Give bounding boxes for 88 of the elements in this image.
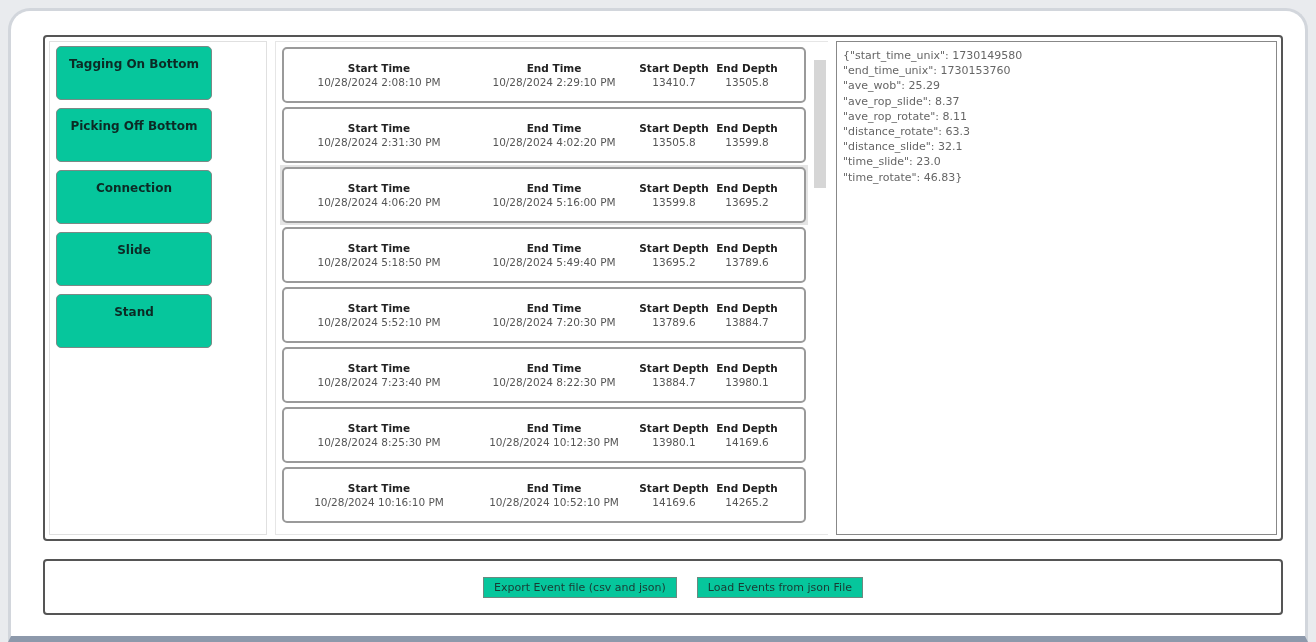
detail-line: "end_time_unix": 1730153760 — [843, 63, 1012, 79]
action-button[interactable]: Load Events from json File — [696, 576, 863, 598]
end-depth: 14169.6 — [725, 436, 769, 448]
detail-line: "ave_rop_slide": 8.37 — [843, 93, 961, 109]
start-depth: 13505.8 — [652, 136, 696, 148]
start-depth: 14169.6 — [652, 496, 696, 508]
end-depth: 13789.6 — [725, 256, 769, 268]
event-row[interactable]: Start Time End Time Start Depth End Depth 10/28/2024 5:52:10 PM 10/28/2024 7:20:30 PM 13789.6 13884.7 — [280, 285, 808, 345]
end-time: 10/28/2024 2:29:10 PM — [492, 76, 616, 88]
column-heading: Start Depth — [639, 302, 709, 314]
column-heading: End Depth — [716, 182, 778, 194]
end-time: 10/28/2024 10:52:10 PM — [489, 496, 619, 508]
event-row[interactable]: Start Time End Time Start Depth End Depth 10/28/2024 8:25:30 PM 10/28/2024 10:12:30 PM 13980.1 14169.6 — [280, 405, 808, 465]
start-time: 10/28/2024 4:06:20 PM — [317, 196, 441, 208]
column-heading: Start Depth — [639, 242, 709, 254]
start-depth: 13789.6 — [652, 316, 696, 328]
column-heading: End Depth — [716, 302, 778, 314]
column-heading: End Time — [526, 182, 582, 194]
column-heading: Start Depth — [639, 422, 709, 434]
event-type-button[interactable]: Tagging On Bottom — [56, 46, 212, 100]
column-heading: End Time — [526, 242, 582, 254]
detail-line: "ave_rop_rotate": 8.11 — [843, 108, 968, 124]
event-row[interactable]: Start Time End Time Start Depth End Depth 10/28/2024 2:31:30 PM 10/28/2024 4:02:20 PM 13505.8 13599.8 — [280, 105, 808, 165]
column-heading: End Depth — [716, 482, 778, 494]
column-heading: Start Depth — [639, 482, 709, 494]
detail-line: {"start_time_unix": 1730149580 — [843, 48, 1024, 64]
column-heading: Start Depth — [639, 62, 709, 74]
column-heading: Start Time — [347, 482, 411, 494]
event-row[interactable]: Start Time End Time Start Depth End Depth 10/28/2024 7:23:40 PM 10/28/2024 8:22:30 PM 13884.7 13980.1 — [280, 345, 808, 405]
event-row[interactable]: Start Time End Time Start Depth End Depth 10/28/2024 4:06:20 PM 10/28/2024 5:16:00 PM 13599.8 13695.2 — [280, 165, 808, 225]
column-heading: End Time — [526, 482, 582, 494]
start-time: 10/28/2024 2:31:30 PM — [317, 136, 441, 148]
event-type-button[interactable]: Stand — [56, 294, 212, 348]
detail-line: "ave_wob": 25.29 — [843, 78, 942, 94]
column-heading: End Time — [526, 302, 582, 314]
column-heading: End Depth — [716, 362, 778, 374]
start-time: 10/28/2024 5:18:50 PM — [317, 256, 441, 268]
end-depth: 14265.2 — [725, 496, 769, 508]
event-type-button[interactable]: Slide — [56, 232, 212, 286]
start-depth: 13980.1 — [652, 436, 696, 448]
column-heading: Start Depth — [639, 122, 709, 134]
end-depth: 13505.8 — [725, 76, 769, 88]
column-heading: End Depth — [716, 242, 778, 254]
start-time: 10/28/2024 7:23:40 PM — [317, 376, 441, 388]
column-heading: Start Time — [347, 362, 411, 374]
start-depth: 13410.7 — [652, 76, 696, 88]
start-time: 10/28/2024 10:16:10 PM — [314, 496, 444, 508]
end-depth: 13884.7 — [725, 316, 769, 328]
event-row[interactable]: Start Time End Time Start Depth End Depth 10/28/2024 2:08:10 PM 10/28/2024 2:29:10 PM 13410.7 13505.8 — [280, 45, 808, 105]
start-depth: 13695.2 — [652, 256, 696, 268]
column-heading: Start Time — [347, 62, 411, 74]
column-heading: End Time — [526, 362, 582, 374]
end-depth: 13980.1 — [725, 376, 769, 388]
detail-line: "distance_rotate": 63.3 — [843, 124, 972, 140]
column-heading: End Depth — [716, 422, 778, 434]
end-depth: 13695.2 — [725, 196, 769, 208]
column-heading: Start Time — [347, 422, 411, 434]
start-depth: 13599.8 — [652, 196, 696, 208]
end-time: 10/28/2024 7:20:30 PM — [492, 316, 616, 328]
event-type-button[interactable]: Connection — [56, 170, 212, 224]
action-button[interactable]: Export Event file (csv and json) — [483, 576, 677, 598]
end-time: 10/28/2024 4:02:20 PM — [492, 136, 616, 148]
column-heading: Start Time — [347, 242, 411, 254]
column-heading: Start Depth — [639, 362, 709, 374]
column-heading: End Depth — [716, 62, 778, 74]
column-heading: End Time — [526, 122, 582, 134]
event-type-button[interactable]: Picking Off Bottom — [56, 108, 212, 162]
start-time: 10/28/2024 2:08:10 PM — [317, 76, 441, 88]
column-heading: End Time — [526, 422, 582, 434]
end-time: 10/28/2024 5:49:40 PM — [492, 256, 616, 268]
detail-line: "time_slide": 23.0 — [843, 154, 942, 170]
start-depth: 13884.7 — [652, 376, 696, 388]
column-heading: Start Time — [347, 182, 411, 194]
event-row[interactable]: Start Time End Time Start Depth End Depth 10/28/2024 5:18:50 PM 10/28/2024 5:49:40 PM 13695.2 13789.6 — [280, 225, 808, 285]
start-time: 10/28/2024 8:25:30 PM — [317, 436, 441, 448]
column-heading: End Time — [526, 62, 582, 74]
column-heading: Start Time — [347, 122, 411, 134]
end-time: 10/28/2024 8:22:30 PM — [492, 376, 616, 388]
end-depth: 13599.8 — [725, 136, 769, 148]
detail-line: "time_rotate": 46.83} — [843, 169, 964, 185]
detail-line: "distance_slide": 32.1 — [843, 139, 964, 155]
end-time: 10/28/2024 5:16:00 PM — [492, 196, 616, 208]
start-time: 10/28/2024 5:52:10 PM — [317, 316, 441, 328]
column-heading: Start Time — [347, 302, 411, 314]
column-heading: End Depth — [716, 122, 778, 134]
end-time: 10/28/2024 10:12:30 PM — [489, 436, 619, 448]
event-row[interactable]: Start Time End Time Start Depth End Depth 10/28/2024 10:16:10 PM 10/28/2024 10:52:10 PM 14169.6 14265.2 — [280, 465, 808, 525]
column-heading: Start Depth — [639, 182, 709, 194]
